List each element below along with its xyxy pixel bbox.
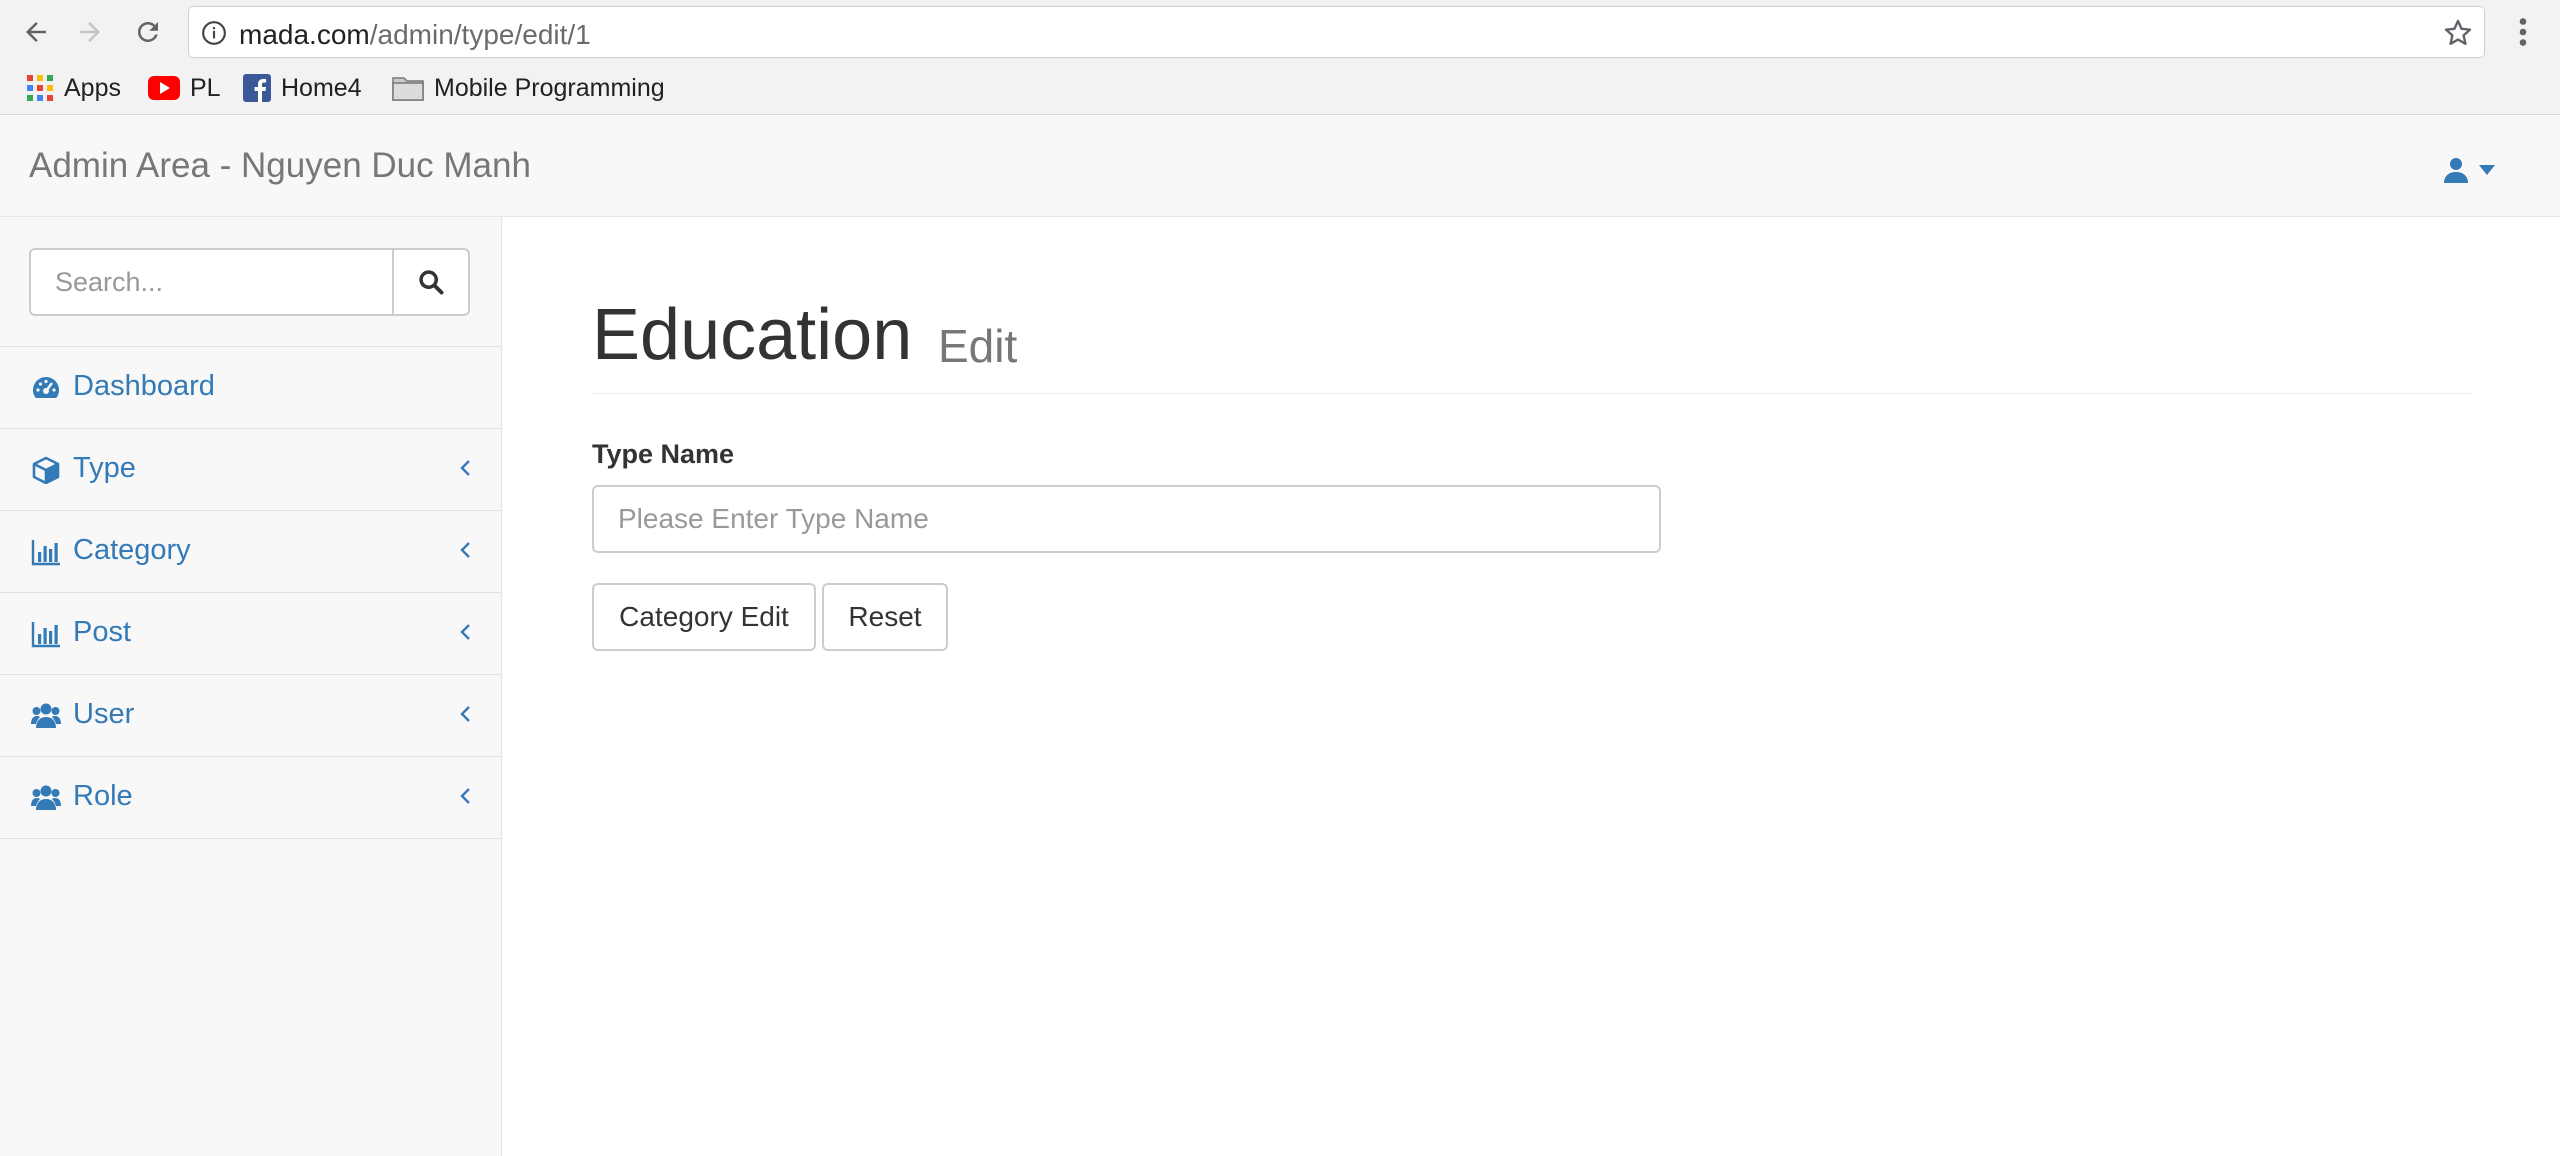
sidebar-search bbox=[29, 248, 470, 316]
chevron-left-icon bbox=[460, 788, 470, 804]
search-input[interactable] bbox=[29, 248, 393, 316]
bookmark-apps[interactable]: Apps bbox=[26, 70, 121, 106]
caret-down-icon bbox=[2479, 165, 2495, 175]
sidebar-item-label: Type bbox=[73, 452, 136, 484]
bookmark-label: Home4 bbox=[281, 73, 362, 102]
back-arrow-icon bbox=[26, 22, 46, 42]
sidebar-item-label: Dashboard bbox=[73, 370, 215, 402]
bookmark-mobile-programming[interactable]: Mobile Programming bbox=[392, 70, 665, 106]
sidebar-item-category[interactable]: Category bbox=[0, 511, 501, 593]
sidebar-item-label: Post bbox=[73, 616, 132, 648]
search-icon bbox=[419, 270, 444, 295]
search-button[interactable] bbox=[392, 248, 470, 316]
bookmark-label: PL bbox=[190, 73, 221, 102]
sidebar-item-role[interactable]: Role bbox=[0, 757, 501, 839]
back-button[interactable] bbox=[18, 14, 54, 50]
sidebar: Dashboard Type Category Post User Role bbox=[0, 217, 502, 1156]
sidebar-item-dashboard[interactable]: Dashboard bbox=[0, 347, 501, 429]
bookmark-star-icon[interactable] bbox=[2442, 17, 2474, 49]
sidebar-item-post[interactable]: Post bbox=[0, 593, 501, 675]
user-dropdown-toggle[interactable] bbox=[2444, 152, 2504, 188]
bookmarks-bar: Apps PL Home4 Mobile Programming bbox=[0, 66, 2560, 110]
chevron-left-icon bbox=[460, 624, 470, 640]
chevron-left-icon bbox=[460, 542, 470, 558]
reset-button[interactable]: Reset bbox=[822, 583, 948, 651]
bookmark-label: Apps bbox=[64, 73, 121, 102]
users-icon bbox=[31, 785, 61, 810]
sidebar-item-label: Category bbox=[73, 534, 191, 566]
cube-icon bbox=[32, 456, 60, 484]
youtube-icon bbox=[148, 76, 180, 100]
category-edit-button[interactable]: Category Edit bbox=[592, 583, 816, 651]
user-icon bbox=[2444, 158, 2468, 183]
chevron-left-icon bbox=[460, 706, 470, 722]
type-name-label: Type Name bbox=[592, 439, 735, 469]
bookmark-pl[interactable]: PL bbox=[148, 70, 221, 106]
sidebar-menu: Dashboard Type Category Post User Role bbox=[0, 346, 501, 839]
apps-grid-icon bbox=[27, 75, 53, 101]
folder-icon bbox=[392, 77, 424, 101]
url-path: /admin/type/edit/1 bbox=[369, 19, 591, 50]
type-name-input[interactable] bbox=[592, 485, 1661, 553]
brand-title[interactable]: Admin Area - Nguyen Duc Manh bbox=[29, 146, 531, 186]
page-header: Education Edit bbox=[592, 297, 2472, 394]
url-text[interactable]: mada.com/admin/type/edit/1 bbox=[239, 19, 591, 51]
address-bar[interactable]: mada.com/admin/type/edit/1 bbox=[188, 6, 2485, 58]
bookmark-label: Mobile Programming bbox=[434, 73, 665, 102]
sidebar-item-type[interactable]: Type bbox=[0, 429, 501, 511]
chevron-left-icon bbox=[460, 460, 470, 476]
forward-arrow-icon bbox=[80, 22, 100, 42]
sidebar-item-user[interactable]: User bbox=[0, 675, 501, 757]
bar-chart-icon bbox=[31, 540, 60, 566]
admin-navbar: Admin Area - Nguyen Duc Manh bbox=[0, 116, 2560, 217]
main-content: Education Edit Type Name Category Edit R… bbox=[503, 217, 2560, 1156]
info-icon[interactable] bbox=[201, 20, 227, 46]
page-subtitle: Edit bbox=[938, 320, 1018, 372]
dashboard-icon bbox=[33, 377, 59, 398]
reload-icon bbox=[137, 21, 158, 42]
url-host: mada.com bbox=[239, 19, 370, 50]
sidebar-item-label: Role bbox=[73, 780, 133, 812]
sidebar-item-label: User bbox=[73, 698, 135, 730]
forward-button[interactable] bbox=[72, 14, 108, 50]
browser-menu-icon[interactable] bbox=[2510, 14, 2536, 50]
reload-button[interactable] bbox=[130, 14, 166, 50]
bar-chart-icon bbox=[31, 622, 60, 648]
users-icon bbox=[31, 703, 61, 728]
page-title: Education bbox=[592, 295, 913, 375]
browser-chrome: mada.com/admin/type/edit/1 Apps PL Home4… bbox=[0, 0, 2560, 115]
bookmark-home4[interactable]: Home4 bbox=[243, 70, 362, 106]
facebook-icon bbox=[243, 74, 271, 102]
